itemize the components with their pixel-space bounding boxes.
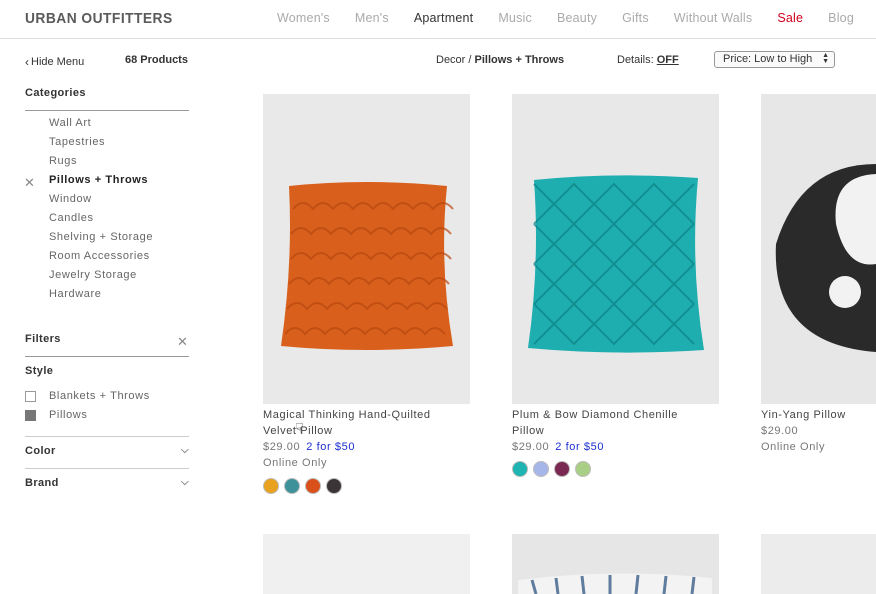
availability-note: Online Only — [263, 457, 328, 469]
swatch-teal[interactable] — [284, 478, 300, 494]
nav-apartment[interactable]: Apartment — [414, 11, 473, 25]
product-image[interactable] — [263, 94, 470, 404]
hide-menu-label: Hide Menu — [31, 56, 85, 68]
category-window[interactable]: Window — [49, 193, 153, 212]
nav-mens[interactable]: Men's — [355, 11, 389, 25]
deal-badge[interactable]: 2 for $50 — [555, 441, 604, 453]
style-divider — [25, 436, 189, 437]
color-divider — [25, 468, 189, 469]
style-option-blankets-throws[interactable]: Blankets + Throws — [25, 390, 150, 402]
category-hardware[interactable]: Hardware — [49, 288, 153, 307]
product-name-line: Plum & Bow Diamond Chenille — [512, 409, 678, 421]
swatch-teal[interactable] — [512, 461, 528, 477]
hand-pointer-icon: ☟ — [295, 420, 304, 436]
nav-gifts[interactable]: Gifts — [622, 11, 649, 25]
chevron-left-icon: ‹ — [25, 55, 29, 69]
indigo-pillow-image — [512, 534, 719, 594]
style-option-label: Pillows — [49, 409, 88, 421]
product-name[interactable]: Plum & Bow Diamond Chenille Pillow — [512, 407, 719, 439]
availability-note: Online Only — [761, 441, 826, 453]
nav-beauty[interactable]: Beauty — [557, 11, 597, 25]
clear-category-icon[interactable]: ✕ — [24, 176, 35, 189]
color-swatches — [263, 478, 470, 494]
product-card: Plum & Bow Diamond Chenille Pillow $29.0… — [512, 94, 719, 477]
price-value: $29.00 — [263, 441, 301, 453]
price-value: $29.00 — [512, 441, 550, 453]
swatch-periwinkle[interactable] — [533, 461, 549, 477]
filters-divider — [25, 356, 189, 357]
swatch-yellow[interactable] — [263, 478, 279, 494]
brand-filter-label: Brand — [25, 477, 59, 489]
swatch-green[interactable] — [575, 461, 591, 477]
nav-music[interactable]: Music — [498, 11, 532, 25]
product-name-line: Pillow — [512, 425, 545, 437]
sort-select[interactable]: Price: Low to High ▲ ▼ — [714, 51, 835, 68]
category-shelving-storage[interactable]: Shelving + Storage — [49, 231, 153, 250]
sort-value: Price: Low to High — [723, 53, 813, 65]
category-list: Wall Art Tapestries Rugs Pillows + Throw… — [49, 117, 153, 307]
categories-heading: Categories — [25, 87, 86, 99]
details-label: Details: — [617, 54, 654, 66]
nav-without-walls[interactable]: Without Walls — [674, 11, 753, 25]
hide-menu-button[interactable]: ‹ Hide Menu — [25, 55, 84, 69]
site-header: URBAN OUTFITTERS Women's Men's Apartment… — [0, 0, 876, 39]
breadcrumb: Decor / Pillows + Throws — [436, 54, 564, 66]
category-candles[interactable]: Candles — [49, 212, 153, 231]
product-image[interactable] — [761, 94, 876, 404]
nav-blog[interactable]: Blog — [828, 11, 854, 25]
color-filter-label: Color — [25, 445, 56, 457]
style-heading: Style — [25, 365, 54, 377]
product-price: $29.00 2 for $50 — [263, 439, 470, 455]
category-pillows-throws[interactable]: Pillows + Throws — [49, 174, 153, 193]
select-arrows-icon: ▲ ▼ — [822, 52, 829, 65]
product-price: $29.00 2 for $50 — [512, 439, 719, 455]
swatch-charcoal[interactable] — [326, 478, 342, 494]
breadcrumb-current: Pillows + Throws — [474, 54, 565, 66]
chevron-down-icon: ⌵ — [181, 445, 189, 456]
style-option-label: Blankets + Throws — [49, 390, 150, 402]
product-count: 68 Products — [125, 54, 188, 66]
yin-yang-pillow-image — [761, 94, 876, 404]
category-room-accessories[interactable]: Room Accessories — [49, 250, 153, 269]
product-image[interactable] — [263, 534, 470, 594]
filters-heading: Filters — [25, 333, 61, 345]
color-swatches — [512, 461, 719, 477]
checkbox-icon[interactable] — [25, 390, 36, 402]
clear-filters-icon[interactable]: ✕ — [177, 335, 188, 348]
product-name-line: Yin-Yang Pillow — [761, 409, 846, 421]
orange-pillow-image — [263, 94, 470, 404]
product-image[interactable] — [512, 94, 719, 404]
swatch-orange[interactable] — [305, 478, 321, 494]
brand-filter-toggle[interactable]: Brand ⌵ — [25, 477, 189, 489]
category-jewelry-storage[interactable]: Jewelry Storage — [49, 269, 153, 288]
price-value: $29.00 — [761, 425, 799, 437]
color-filter-toggle[interactable]: Color ⌵ — [25, 445, 189, 457]
nav-womens[interactable]: Women's — [277, 11, 330, 25]
chevron-down-icon: ⌵ — [181, 477, 189, 488]
deal-badge[interactable]: 2 for $50 — [306, 441, 355, 453]
category-tapestries[interactable]: Tapestries — [49, 136, 153, 155]
details-off-button[interactable]: OFF — [657, 54, 679, 66]
product-name[interactable]: Yin-Yang Pillow — [761, 407, 876, 423]
breadcrumb-root[interactable]: Decor / — [436, 54, 471, 66]
style-option-pillows[interactable]: Pillows — [25, 409, 87, 421]
swatch-plum[interactable] — [554, 461, 570, 477]
category-rugs[interactable]: Rugs — [49, 155, 153, 174]
product-image[interactable] — [761, 534, 876, 594]
site-logo[interactable]: URBAN OUTFITTERS — [25, 10, 173, 27]
category-wall-art[interactable]: Wall Art — [49, 117, 153, 136]
details-toggle: Details: OFF — [617, 54, 679, 66]
main-nav: Women's Men's Apartment Music Beauty Gif… — [252, 11, 854, 25]
teal-pillow-image — [512, 94, 719, 404]
product-price: $29.00 — [761, 423, 876, 439]
product-image[interactable] — [512, 534, 719, 594]
nav-sale[interactable]: Sale — [777, 11, 803, 25]
product-card: Yin-Yang Pillow $29.00 Online Only — [761, 94, 876, 455]
checkbox-checked-icon[interactable] — [25, 409, 36, 421]
categories-divider — [25, 110, 189, 111]
